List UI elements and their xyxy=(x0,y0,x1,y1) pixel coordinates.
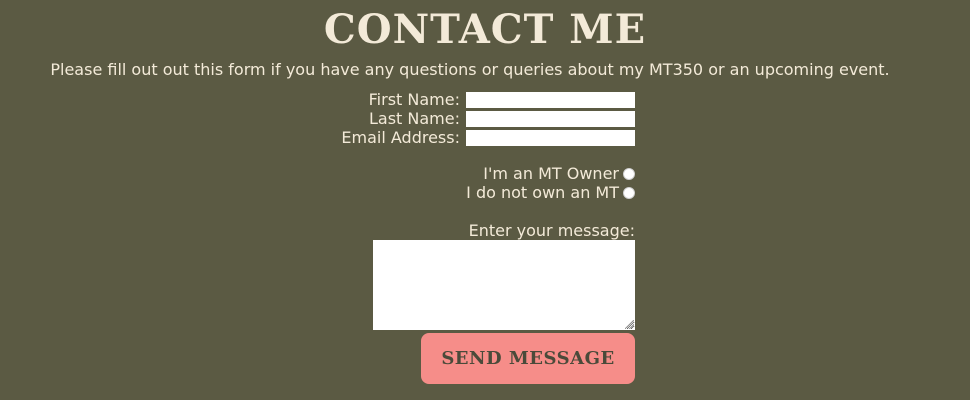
message-textarea[interactable] xyxy=(373,240,635,330)
first-name-label: First Name: xyxy=(368,90,460,109)
resize-grip-icon[interactable] xyxy=(625,320,634,329)
email-field[interactable] xyxy=(466,129,635,146)
non-owner-radio-row: I do not own an MT xyxy=(466,183,635,202)
last-name-field[interactable] xyxy=(466,110,635,127)
message-label: Enter your message: xyxy=(468,221,635,240)
page-title: Contact Me xyxy=(323,6,647,53)
send-message-button[interactable]: Send Message xyxy=(421,333,635,384)
intro-text: Please fill out out this form if you hav… xyxy=(50,60,890,79)
contact-page: Contact Me Please fill out out this form… xyxy=(0,0,970,400)
non-owner-radio[interactable] xyxy=(623,186,635,199)
email-row: Email Address: xyxy=(341,128,635,147)
non-owner-radio-label: I do not own an MT xyxy=(466,183,619,202)
owner-radio[interactable] xyxy=(623,167,635,180)
last-name-row: Last Name: xyxy=(369,109,635,128)
owner-radio-label: I'm an MT Owner xyxy=(483,164,619,183)
first-name-row: First Name: xyxy=(369,90,635,109)
owner-radio-row: I'm an MT Owner xyxy=(483,164,635,183)
email-label: Email Address: xyxy=(341,128,460,147)
last-name-label: Last Name: xyxy=(368,109,460,128)
first-name-field[interactable] xyxy=(466,91,635,108)
